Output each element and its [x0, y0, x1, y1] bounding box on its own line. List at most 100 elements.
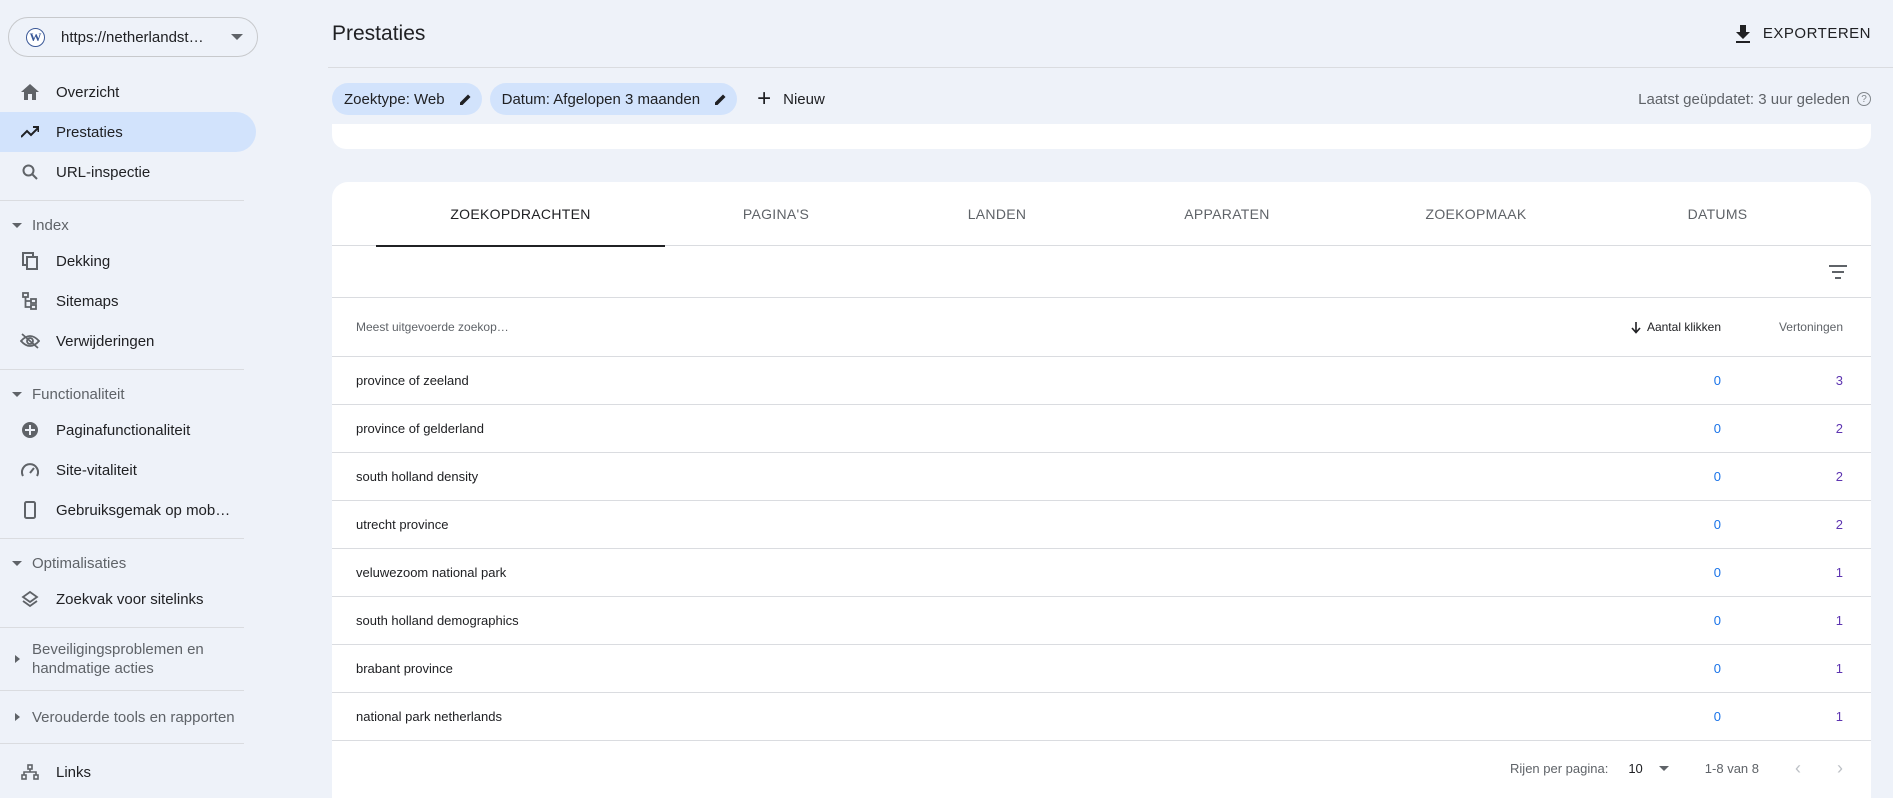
- table-row[interactable]: veluwezoom national park 0 1: [332, 548, 1871, 597]
- export-label: EXPORTEREN: [1762, 25, 1871, 42]
- cell-clicks: 0: [1268, 452, 1721, 501]
- divider: [0, 627, 244, 628]
- nav-label: URL-inspectie: [56, 163, 151, 181]
- col-header-clicks[interactable]: Aantal klikken: [1268, 298, 1721, 357]
- nav-label: Zoekvak voor sitelinks: [56, 590, 204, 608]
- nav-zoekvak[interactable]: Zoekvak voor sitelinks: [0, 579, 256, 619]
- collapse-icon: [12, 391, 22, 397]
- table-row[interactable]: national park netherlands 0 1: [332, 692, 1871, 741]
- nav-verwijderingen[interactable]: Verwijderingen: [0, 321, 256, 361]
- tab-landen[interactable]: LANDEN: [887, 182, 1107, 246]
- nav-site-vitaliteit[interactable]: Site-vitaliteit: [0, 450, 256, 490]
- section-label: Index: [32, 216, 69, 234]
- table-row[interactable]: utrecht province 0 2: [332, 500, 1871, 549]
- cell-query: utrecht province: [332, 500, 1269, 549]
- col-header-query[interactable]: Meest uitgevoerde zoekop…: [332, 298, 1269, 357]
- section-verouderde[interactable]: Verouderde tools en rapporten: [0, 699, 264, 735]
- cell-clicks: 0: [1268, 644, 1721, 693]
- nav-dekking[interactable]: Dekking: [0, 241, 256, 281]
- edit-icon[interactable]: [459, 93, 472, 106]
- section-label: Verouderde tools en rapporten: [32, 708, 235, 726]
- nav-label: Gebruiksgemak op mob…: [56, 501, 231, 519]
- edit-icon[interactable]: [714, 93, 727, 106]
- tab-apparaten[interactable]: APPARATEN: [1107, 182, 1347, 246]
- table-row[interactable]: province of gelderland 0 2: [332, 404, 1871, 453]
- collapse-icon: [12, 560, 22, 566]
- cell-query: south holland density: [332, 452, 1269, 501]
- new-filter-button[interactable]: + Nieuw: [757, 87, 825, 111]
- nav-label: Dekking: [56, 252, 111, 270]
- section-index[interactable]: Index: [0, 209, 264, 241]
- cell-impressions: 1: [1721, 548, 1871, 597]
- chevron-down-icon[interactable]: [1658, 766, 1669, 771]
- last-updated: Laatst geüpdatet: 3 uur geleden ?: [1638, 91, 1871, 108]
- table-body: province of zeeland 0 3 province of gelder…: [332, 356, 1871, 741]
- nav-overzicht[interactable]: Overzicht: [0, 72, 256, 112]
- divider: [0, 743, 244, 744]
- trending-up-icon: [20, 122, 40, 142]
- col-header-impressions[interactable]: Vertoningen: [1721, 298, 1871, 357]
- section-label-line-1: Beveiligingsproblemen en: [32, 641, 204, 658]
- section-label-line-2: handmatige acties: [32, 660, 154, 677]
- section-label: Functionaliteit: [32, 385, 125, 403]
- cell-impressions: 2: [1721, 500, 1871, 549]
- section-label: Optimalisaties: [32, 554, 127, 572]
- sitemap-icon: [20, 291, 40, 311]
- nav-label: Paginafunctionaliteit: [56, 421, 191, 439]
- nav-url-inspectie[interactable]: URL-inspectie: [0, 152, 256, 192]
- search-icon: [20, 162, 40, 182]
- cell-clicks: 0: [1268, 596, 1721, 645]
- sidebar: W https://netherlandst… Overzicht Presta…: [0, 0, 264, 798]
- add-circle-icon: [20, 420, 40, 440]
- top-bar: Prestaties EXPORTEREN: [328, 0, 1893, 68]
- cell-impressions: 1: [1721, 644, 1871, 693]
- rows-per-page-select[interactable]: 10: [1628, 761, 1642, 776]
- nav-label: Links: [56, 763, 92, 781]
- table-row[interactable]: south holland density 0 2: [332, 452, 1871, 501]
- table-row[interactable]: brabant province 0 1: [332, 644, 1871, 693]
- property-selector[interactable]: W https://netherlandst…: [8, 17, 258, 57]
- chart-card-bottom: [332, 124, 1871, 149]
- tab-zoekopmaak[interactable]: ZOEKOPMAAK: [1347, 182, 1605, 246]
- section-optimalisaties[interactable]: Optimalisaties: [0, 547, 264, 579]
- cell-query: province of zeeland: [332, 356, 1269, 405]
- tab-zoekopdrachten[interactable]: ZOEKOPDRACHTEN: [376, 182, 665, 247]
- nav-label: Prestaties: [56, 123, 123, 141]
- section-beveiliging[interactable]: Beveiligingsproblemen en handmatige acti…: [0, 636, 264, 682]
- collapse-icon: [12, 222, 22, 228]
- cell-query: veluwezoom national park: [332, 548, 1269, 597]
- tab-datums[interactable]: DATUMS: [1605, 182, 1830, 246]
- smartphone-icon: [20, 500, 40, 520]
- help-icon[interactable]: ?: [1857, 92, 1871, 106]
- nav-paginafunctionaliteit[interactable]: Paginafunctionaliteit: [0, 410, 256, 450]
- cell-query: south holland demographics: [332, 596, 1269, 645]
- nav-gebruiksgemak[interactable]: Gebruiksgemak op mob…: [0, 490, 256, 530]
- cell-query: brabant province: [332, 644, 1269, 693]
- links-icon: [20, 762, 40, 782]
- prev-page-icon[interactable]: ‹: [1795, 758, 1801, 779]
- cell-clicks: 0: [1268, 404, 1721, 453]
- chip-label: Datum: Afgelopen 3 maanden: [501, 90, 701, 108]
- nav-prestaties[interactable]: Prestaties: [0, 112, 256, 152]
- eye-off-icon: [20, 331, 40, 351]
- export-button[interactable]: EXPORTEREN: [1735, 24, 1871, 43]
- cell-impressions: 2: [1721, 452, 1871, 501]
- chip-date[interactable]: Datum: Afgelopen 3 maanden: [489, 83, 738, 115]
- chip-search-type[interactable]: Zoektype: Web: [332, 83, 482, 115]
- nav-sitemaps[interactable]: Sitemaps: [0, 281, 256, 321]
- nav-links[interactable]: Links: [0, 752, 256, 792]
- wordpress-icon: W: [26, 27, 45, 47]
- cell-impressions: 2: [1721, 404, 1871, 453]
- table-row[interactable]: province of zeeland 0 3: [332, 356, 1871, 405]
- pagination: Rijen per pagina: 10 1-8 van 8 ‹ ›: [332, 741, 1871, 797]
- copy-icon: [20, 251, 40, 271]
- section-functionaliteit[interactable]: Functionaliteit: [0, 378, 264, 410]
- col-header-clicks-label: Aantal klikken: [1646, 319, 1721, 334]
- table-header-row: Meest uitgevoerde zoekop… Aantal klikken…: [332, 298, 1871, 357]
- table-row[interactable]: south holland demographics 0 1: [332, 596, 1871, 645]
- filter-icon[interactable]: [1829, 264, 1847, 279]
- nav-label: Verwijderingen: [56, 332, 155, 350]
- plus-icon: +: [757, 85, 772, 112]
- tab-paginas[interactable]: PAGINA'S: [665, 182, 887, 246]
- next-page-icon[interactable]: ›: [1837, 758, 1843, 779]
